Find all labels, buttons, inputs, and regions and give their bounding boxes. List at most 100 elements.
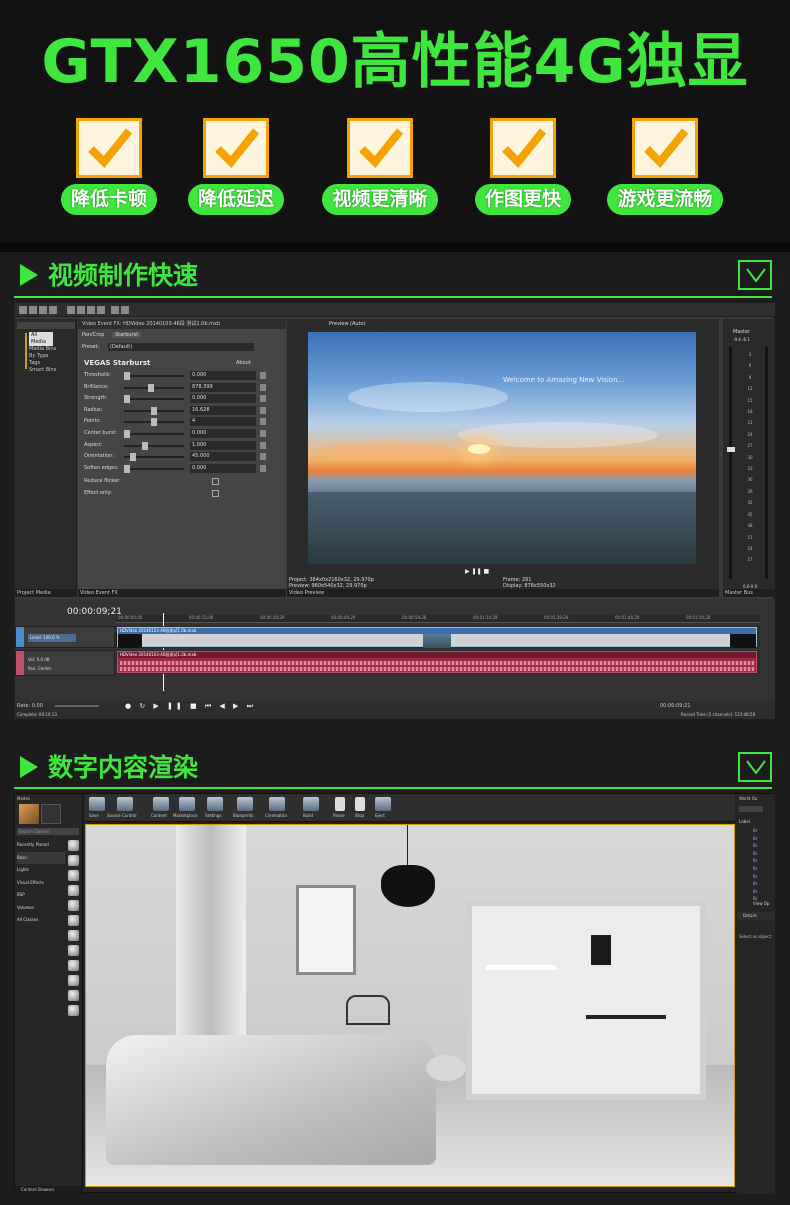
param-slider-knob[interactable]	[124, 430, 130, 438]
param-value-field[interactable]: 45.000	[190, 452, 256, 462]
delete-icon[interactable]	[97, 306, 105, 314]
open-icon[interactable]	[29, 306, 37, 314]
fader-handle[interactable]	[727, 447, 735, 452]
param-slider-knob[interactable]	[124, 464, 130, 473]
param-slider-track[interactable]	[124, 444, 184, 447]
param-value-field[interactable]: 0.000	[190, 463, 256, 473]
param-value-field[interactable]: 0.000	[190, 429, 256, 438]
keyframe-icon[interactable]	[260, 395, 266, 403]
outliner-row[interactable]: Br	[739, 873, 769, 881]
param-value-field[interactable]: 16.628	[190, 405, 256, 415]
audio-clip[interactable]: HDVideo 20140103-46段测试1.0b.mxb	[117, 651, 757, 673]
outliner-row[interactable]: Br	[739, 850, 769, 858]
param-slider-track[interactable]	[124, 375, 184, 377]
marketplace-icon[interactable]	[179, 797, 195, 811]
properties-icon[interactable]	[49, 306, 57, 314]
category-item[interactable]: Volumes	[17, 902, 65, 915]
outliner-row[interactable]: Br	[739, 842, 769, 850]
cut-icon[interactable]	[67, 306, 75, 314]
category-item[interactable]: Basic	[17, 851, 65, 864]
stop-icon[interactable]	[355, 797, 365, 811]
view-options-button[interactable]: View Op	[753, 901, 769, 906]
tree-item[interactable]: All Media	[29, 332, 53, 346]
param-value-field[interactable]: 878.399	[190, 382, 256, 392]
source-control-icon[interactable]	[117, 797, 133, 811]
save-icon[interactable]	[89, 797, 105, 811]
param-slider-knob[interactable]	[124, 395, 130, 404]
category-item[interactable]: Visual Effects	[17, 877, 65, 890]
fx-chain-item[interactable]: Pan/Crop	[82, 332, 104, 338]
cinematics-icon[interactable]	[269, 797, 285, 811]
preview-mode-dropdown[interactable]: Preview (Auto)	[329, 321, 366, 327]
content-icon[interactable]	[153, 797, 169, 811]
undo-icon[interactable]	[111, 306, 119, 314]
chevron-down-icon[interactable]	[738, 260, 772, 290]
outliner-row[interactable]: Br	[739, 865, 769, 873]
keyframe-icon[interactable]	[260, 430, 266, 437]
reduce-flicker-checkbox[interactable]	[212, 478, 219, 485]
param-slider-knob[interactable]	[130, 453, 137, 462]
param-slider-knob[interactable]	[141, 441, 148, 450]
outliner-row[interactable]: Br	[739, 880, 769, 888]
outliner-row[interactable]: Br	[739, 827, 769, 835]
search-classes-input[interactable]: Search Classes	[17, 828, 79, 835]
rate-slider[interactable]	[55, 705, 99, 707]
category-item[interactable]: Lights	[17, 864, 65, 877]
viewport-render[interactable]	[85, 824, 735, 1187]
param-slider-track[interactable]	[124, 433, 184, 435]
time-ruler[interactable]: 00:00:00;00 00:00:15;00 00:00:29;29 00:00:4…	[116, 615, 760, 623]
panel-tab[interactable]: Master Bus	[723, 589, 775, 597]
content-browser-tab[interactable]: Content Browser	[15, 1186, 83, 1194]
tree-item[interactable]: Media Bins	[15, 346, 77, 353]
tree-item[interactable]: By Type	[15, 353, 77, 360]
keyframe-icon[interactable]	[260, 383, 266, 391]
effect-only-checkbox[interactable]	[212, 490, 219, 497]
param-slider-knob[interactable]	[151, 418, 157, 427]
param-slider-knob[interactable]	[151, 406, 157, 415]
video-clip[interactable]: HDVideo 20140103-46段测试1.0b.mxb	[117, 627, 757, 648]
paste-icon[interactable]	[87, 306, 95, 314]
pan-value[interactable]: Center	[38, 666, 51, 671]
details-tab[interactable]: Details	[737, 912, 775, 920]
param-slider-track[interactable]	[124, 467, 184, 470]
blueprints-icon[interactable]	[237, 797, 253, 811]
panel-tab[interactable]: Video Preview	[287, 589, 719, 597]
panel-tab[interactable]: Project Media	[15, 589, 77, 597]
level-slider[interactable]: Level: 100.0 %	[28, 634, 76, 642]
param-slider-knob[interactable]	[124, 372, 130, 380]
stop-icon[interactable]: ■	[484, 568, 490, 575]
new-icon[interactable]	[19, 306, 27, 314]
transport-controls[interactable]: ● ↻ ▶ ❚❚ ■ ⏮ ◀ ▶ ⏭	[125, 702, 256, 711]
param-slider-track[interactable]	[124, 398, 184, 401]
keyframe-icon[interactable]	[260, 406, 266, 414]
panel-tab[interactable]: Video Event FX	[78, 589, 286, 597]
about-button[interactable]: About	[236, 360, 251, 366]
play-icon[interactable]: ▶	[465, 568, 470, 575]
param-value-field[interactable]: 4	[190, 417, 256, 427]
tree-item[interactable]: Smart Bins	[15, 367, 77, 374]
category-item[interactable]: BSP	[17, 889, 65, 902]
settings-icon[interactable]	[207, 797, 223, 811]
outliner-row[interactable]: Br	[739, 835, 769, 843]
build-icon[interactable]	[303, 797, 319, 811]
outliner-row[interactable]: Br	[739, 888, 769, 896]
param-value-field[interactable]: 1.000	[190, 440, 256, 450]
paint-mode-icon[interactable]	[41, 804, 61, 824]
fx-chain-item[interactable]: Starburst	[111, 332, 142, 338]
pause-icon[interactable]: ❚❚	[472, 568, 482, 575]
preset-dropdown[interactable]: (Default)	[108, 343, 254, 351]
keyframe-icon[interactable]	[260, 441, 266, 449]
keyframe-icon[interactable]	[260, 418, 266, 426]
pause-icon[interactable]	[335, 797, 345, 811]
keyframe-icon[interactable]	[260, 453, 266, 461]
param-value-field[interactable]: 0.000	[190, 371, 256, 380]
category-item[interactable]: Recently Placed	[17, 839, 65, 852]
eject-icon[interactable]	[375, 797, 391, 811]
param-value-field[interactable]: 0.000	[190, 394, 256, 404]
tree-item[interactable]: Tags	[15, 360, 77, 367]
copy-icon[interactable]	[77, 306, 85, 314]
volume-value[interactable]: 0.0 dB	[37, 657, 50, 662]
redo-icon[interactable]	[121, 306, 129, 314]
outliner-search[interactable]	[739, 806, 763, 812]
save-icon[interactable]	[39, 306, 47, 314]
